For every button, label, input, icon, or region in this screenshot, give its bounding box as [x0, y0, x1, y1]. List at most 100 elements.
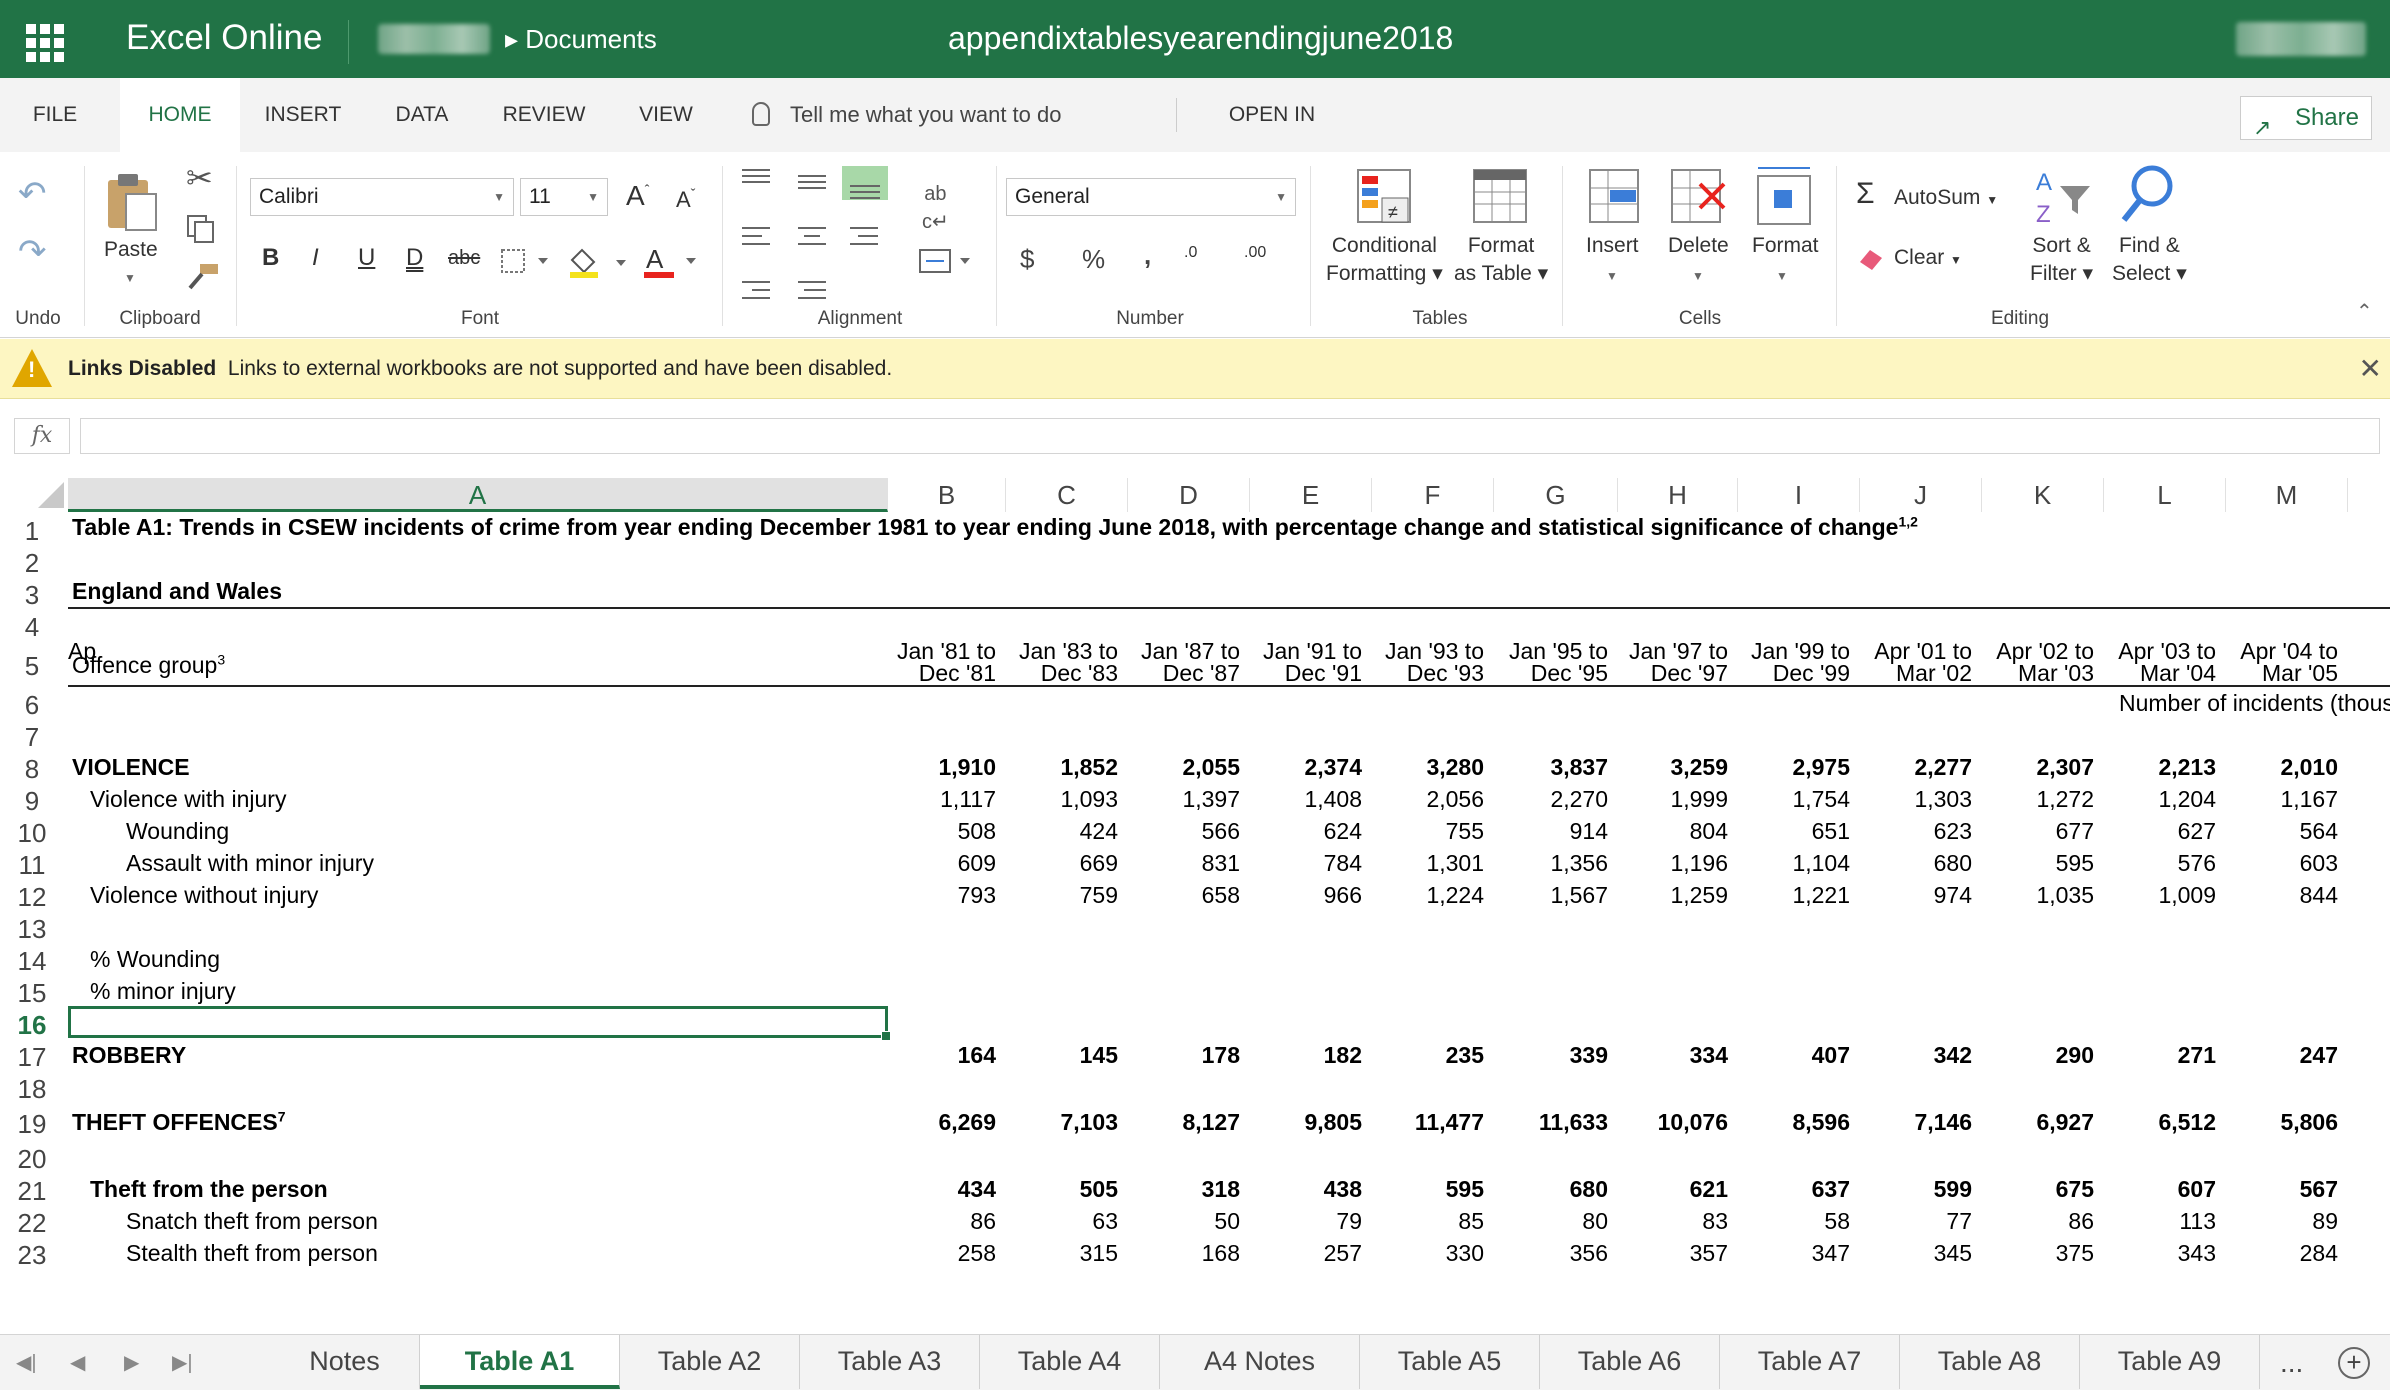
data-cell[interactable]: 1,397: [1182, 786, 1240, 813]
data-cell[interactable]: 1,224: [1426, 882, 1484, 909]
data-cell[interactable]: 3,259: [1670, 754, 1728, 781]
data-cell[interactable]: 318: [1202, 1176, 1240, 1203]
app-name[interactable]: Excel Online: [126, 14, 322, 62]
row-label[interactable]: Theft from the person: [90, 1176, 328, 1203]
column-header-b[interactable]: B: [888, 478, 1006, 512]
data-cell[interactable]: 2,213: [2158, 754, 2216, 781]
data-cell[interactable]: 11,477: [1415, 1109, 1484, 1136]
row-header-14[interactable]: 14: [0, 942, 64, 976]
copy-icon[interactable]: [186, 214, 216, 244]
column-header-d[interactable]: D: [1128, 478, 1250, 512]
data-cell[interactable]: 1,272: [2036, 786, 2094, 813]
sheet-tab-table-a3[interactable]: Table A3: [800, 1335, 980, 1389]
data-cell[interactable]: 271: [2178, 1042, 2216, 1069]
prev-sheet-icon[interactable]: ◀: [70, 1335, 85, 1390]
conditional-formatting-button[interactable]: Conditional Formatting ▾: [1326, 232, 1443, 288]
sheet-tab-table-a8[interactable]: Table A8: [1900, 1335, 2080, 1389]
document-title[interactable]: appendixtablesyearendingjune2018: [948, 17, 1453, 59]
data-cell[interactable]: 113: [2179, 1208, 2216, 1235]
data-cell[interactable]: 7,103: [1060, 1109, 1118, 1136]
data-cell[interactable]: 89: [2312, 1208, 2338, 1235]
last-sheet-icon[interactable]: ▶|: [172, 1335, 193, 1390]
column-header-a[interactable]: A: [68, 478, 888, 512]
format-as-table-icon[interactable]: [1472, 168, 1532, 228]
data-cell[interactable]: 9,805: [1304, 1109, 1362, 1136]
sheet-tab-table-a5[interactable]: Table A5: [1360, 1335, 1540, 1389]
font-size-select[interactable]: 11 ▼: [520, 178, 608, 216]
data-cell[interactable]: 2,270: [1550, 786, 1608, 813]
row-header-8[interactable]: 8: [0, 750, 64, 784]
data-cell[interactable]: 1,301: [1426, 850, 1484, 877]
data-cell[interactable]: 63: [1092, 1208, 1118, 1235]
data-cell[interactable]: 669: [1080, 850, 1118, 877]
font-color-icon[interactable]: A: [644, 244, 704, 280]
row-label[interactable]: Wounding: [126, 818, 229, 845]
row-header-2[interactable]: 2: [0, 544, 64, 578]
data-cell[interactable]: 178: [1202, 1042, 1240, 1069]
data-cell[interactable]: 1,104: [1792, 850, 1850, 877]
data-cell[interactable]: 599: [1934, 1176, 1972, 1203]
data-cell[interactable]: 2,975: [1792, 754, 1850, 781]
row-header-17[interactable]: 17: [0, 1038, 64, 1072]
breadcrumb[interactable]: ▸ Documents: [505, 22, 657, 56]
insert-button[interactable]: Insert: [1586, 232, 1639, 260]
row-header-16[interactable]: 16: [0, 1006, 64, 1040]
tab-review[interactable]: REVIEW: [494, 78, 594, 152]
data-cell[interactable]: 77: [1946, 1208, 1972, 1235]
breadcrumb-documents[interactable]: Documents: [525, 24, 657, 54]
cut-icon[interactable]: ✂: [186, 162, 213, 194]
sheet-tab-table-a9[interactable]: Table A9: [2080, 1335, 2260, 1389]
data-cell[interactable]: 235: [1446, 1042, 1484, 1069]
data-cell[interactable]: 623: [1934, 818, 1972, 845]
data-cell[interactable]: 1,196: [1670, 850, 1728, 877]
period-header[interactable]: Dec '83: [1041, 660, 1118, 687]
data-cell[interactable]: 564: [2300, 818, 2338, 845]
row-header-6[interactable]: 6: [0, 686, 64, 720]
data-cell[interactable]: 3,280: [1426, 754, 1484, 781]
data-cell[interactable]: 1,167: [2280, 786, 2338, 813]
data-cell[interactable]: 784: [1324, 850, 1362, 877]
data-cell[interactable]: 3,837: [1550, 754, 1608, 781]
data-cell[interactable]: 50: [1214, 1208, 1240, 1235]
delete-dropdown-icon[interactable]: ▼: [1692, 262, 1704, 290]
row-header-18[interactable]: 18: [0, 1070, 64, 1104]
period-header[interactable]: Mar '02: [1896, 660, 1972, 687]
insert-dropdown-icon[interactable]: ▼: [1606, 262, 1618, 290]
data-cell[interactable]: 1,009: [2158, 882, 2216, 909]
data-cell[interactable]: 755: [1446, 818, 1484, 845]
column-header-j[interactable]: J: [1860, 478, 1982, 512]
data-cell[interactable]: 627: [2178, 818, 2216, 845]
units-note[interactable]: Number of incidents (thous: [2119, 690, 2390, 717]
fill-color-icon[interactable]: [566, 246, 636, 280]
format-as-table-button[interactable]: Format as Table ▾: [1454, 232, 1548, 288]
data-cell[interactable]: 356: [1570, 1240, 1608, 1267]
data-cell[interactable]: 258: [958, 1240, 996, 1267]
paste-icon[interactable]: [104, 170, 160, 232]
data-cell[interactable]: 79: [1336, 1208, 1362, 1235]
row-header-20[interactable]: 20: [0, 1140, 64, 1174]
data-cell[interactable]: 11,633: [1539, 1109, 1608, 1136]
data-cell[interactable]: 1,204: [2158, 786, 2216, 813]
select-all-corner[interactable]: [0, 478, 68, 512]
conditional-formatting-icon[interactable]: ≠: [1356, 168, 1416, 228]
data-cell[interactable]: 566: [1202, 818, 1240, 845]
tab-data[interactable]: DATA: [380, 78, 464, 152]
active-cell-a16[interactable]: [68, 1006, 891, 1041]
sort-filter-icon[interactable]: AZ: [2034, 166, 2094, 226]
row-label[interactable]: VIOLENCE: [72, 754, 190, 781]
data-cell[interactable]: 315: [1080, 1240, 1118, 1267]
data-cell[interactable]: 345: [1934, 1240, 1972, 1267]
column-header-l[interactable]: L: [2104, 478, 2226, 512]
data-cell[interactable]: 1,117: [940, 786, 996, 813]
italic-button[interactable]: I: [312, 244, 319, 272]
data-cell[interactable]: 247: [2300, 1042, 2338, 1069]
data-cell[interactable]: 2,277: [1914, 754, 1972, 781]
data-cell[interactable]: 424: [1080, 818, 1118, 845]
increase-decimal-button[interactable]: .0: [1184, 244, 1197, 262]
data-cell[interactable]: 86: [970, 1208, 996, 1235]
row-label[interactable]: ROBBERY: [72, 1042, 186, 1069]
sheet-tab-table-a7[interactable]: Table A7: [1720, 1335, 1900, 1389]
data-cell[interactable]: 1,567: [1550, 882, 1608, 909]
period-header[interactable]: Mar '03: [2018, 660, 2094, 687]
data-cell[interactable]: 831: [1202, 850, 1240, 877]
